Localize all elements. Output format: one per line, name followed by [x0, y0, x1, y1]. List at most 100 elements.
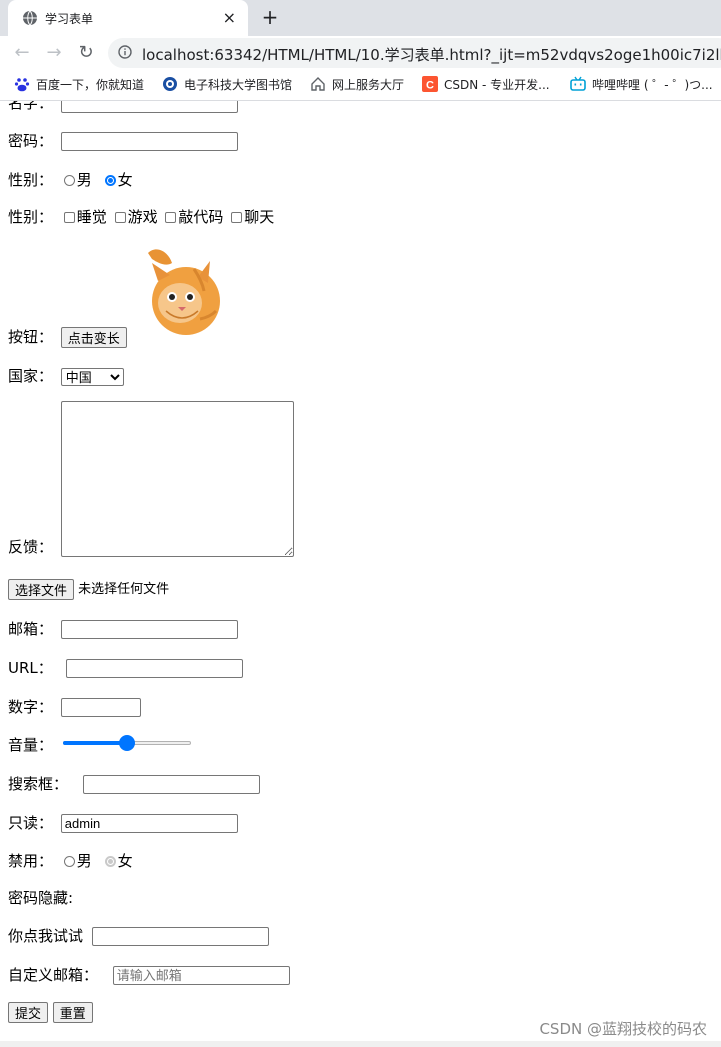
- file-status: 未选择任何文件: [78, 582, 170, 597]
- email-input[interactable]: [60, 620, 238, 639]
- url-label: URL：: [8, 659, 53, 677]
- choose-file-button[interactable]: 选择文件: [8, 579, 75, 600]
- info-icon[interactable]: [118, 45, 132, 59]
- home-icon: [311, 77, 325, 91]
- bookmarks-bar: 百度一下，你就知道 电子科技大学图书馆 网上服务大厅 C CSDN - 专业开发…: [0, 70, 721, 101]
- baidu-icon: [14, 78, 30, 92]
- url-row: URL：: [8, 657, 243, 678]
- custom-email-row: 自定义邮箱：: [8, 964, 290, 985]
- username-input[interactable]: [60, 101, 238, 113]
- grow-button[interactable]: 点击变长: [60, 327, 127, 348]
- disabled-female-label: 女: [117, 852, 133, 870]
- password-label: 密码：: [8, 132, 54, 150]
- readonly-row: 只读：: [8, 812, 238, 833]
- hobby-game-label: 游戏: [127, 208, 158, 226]
- hobby-label: 性别：: [8, 208, 54, 226]
- forward-arrow-icon[interactable]: →: [42, 42, 66, 64]
- csdn-icon: C: [422, 76, 438, 92]
- clickme-row: 你点我试试: [8, 925, 269, 946]
- custom-email-label: 自定义邮箱：: [8, 966, 99, 984]
- password-row: 密码：: [8, 130, 238, 151]
- readonly-label: 只读：: [8, 814, 54, 832]
- gender-female-radio[interactable]: [104, 175, 116, 186]
- disabled-male-radio[interactable]: [63, 856, 75, 867]
- hobby-code-checkbox[interactable]: [165, 212, 177, 223]
- watermark: CSDN @蓝翔技校的码农: [539, 1020, 707, 1038]
- horizontal-scrollbar[interactable]: [0, 1041, 721, 1047]
- email-row: 邮箱：: [8, 618, 238, 639]
- hobby-chat-label: 聊天: [244, 208, 275, 226]
- number-label: 数字：: [8, 698, 54, 716]
- bookmark-csdn[interactable]: C CSDN - 专业开发...: [422, 75, 550, 95]
- slider-thumb[interactable]: [119, 735, 135, 751]
- slider-fill: [63, 741, 127, 745]
- url-text: localhost:63342/HTML/HTML/10.学习表单.html?_…: [142, 46, 721, 64]
- svg-text:C: C: [426, 80, 434, 92]
- hidden-password-label: 密码隐藏:: [8, 889, 74, 907]
- bookmark-label: 网上服务大厅: [332, 78, 405, 92]
- disabled-female-radio: [104, 856, 116, 867]
- gender-female-label: 女: [117, 171, 133, 189]
- disabled-male-label: 男: [76, 852, 92, 870]
- gender-male-label: 男: [76, 171, 92, 189]
- close-icon[interactable]: ×: [223, 8, 236, 28]
- reload-icon[interactable]: ↻: [74, 42, 98, 64]
- tab-strip: 学习表单 × +: [0, 0, 721, 36]
- readonly-input[interactable]: [60, 814, 238, 833]
- new-tab-button[interactable]: +: [258, 6, 282, 30]
- button-row: 按钮： 点击变长: [8, 326, 127, 348]
- bookmark-label: 哔哩哔哩 ( ゜- ゜)つ...: [592, 78, 713, 92]
- country-label: 国家：: [8, 367, 54, 385]
- reset-button[interactable]: 重置: [52, 1002, 93, 1023]
- globe-icon: [23, 10, 37, 26]
- hobby-sleep-checkbox[interactable]: [63, 212, 75, 223]
- search-input[interactable]: [82, 775, 260, 794]
- gender-row: 性别： 男 女: [8, 169, 133, 190]
- feedback-textarea[interactable]: [60, 401, 294, 557]
- search-row: 搜索框：: [8, 773, 260, 794]
- cat-image[interactable]: [138, 241, 230, 341]
- gender-male-radio[interactable]: [63, 175, 75, 186]
- number-input[interactable]: [60, 698, 141, 717]
- search-label: 搜索框：: [8, 775, 69, 793]
- hobby-game-checkbox[interactable]: [114, 212, 126, 223]
- hobby-chat-checkbox[interactable]: [231, 212, 243, 223]
- volume-row: 音量：: [8, 734, 53, 755]
- password-input[interactable]: [60, 132, 238, 151]
- bookmark-library[interactable]: 电子科技大学图书馆: [162, 75, 292, 95]
- address-bar[interactable]: localhost:63342/HTML/HTML/10.学习表单.html?_…: [108, 38, 721, 68]
- username-row: 名字：: [8, 101, 238, 113]
- volume-slider[interactable]: [63, 735, 191, 751]
- bookmark-label: 百度一下，你就知道: [36, 78, 145, 92]
- url-input[interactable]: [65, 659, 243, 678]
- hobby-sleep-label: 睡觉: [76, 208, 107, 226]
- custom-email-input[interactable]: [112, 966, 290, 985]
- hobby-row: 性别： 睡觉 游戏 敲代码 聊天: [8, 206, 274, 227]
- bookmark-service-hall[interactable]: 网上服务大厅: [310, 75, 404, 95]
- disabled-row: 禁用： 男 女: [8, 850, 133, 871]
- country-select[interactable]: 中国: [60, 367, 124, 386]
- bilibili-icon: [570, 76, 586, 91]
- disabled-label: 禁用：: [8, 852, 54, 870]
- bookmark-label: CSDN - 专业开发...: [444, 78, 550, 92]
- tab-active[interactable]: 学习表单 ×: [8, 0, 248, 36]
- page-content: 名字： 密码： 性别： 男 女 性别： 睡觉 游戏 敲代码 聊天 按钮： 点击变…: [0, 101, 721, 1041]
- country-row: 国家： 中国: [8, 365, 124, 386]
- file-row: 选择文件 未选择任何文件: [8, 578, 169, 600]
- library-icon: [163, 77, 177, 91]
- number-row: 数字：: [8, 696, 141, 717]
- hidden-row: 密码隐藏:: [8, 887, 73, 908]
- tab-title: 学习表单: [45, 12, 94, 26]
- bookmark-label: 电子科技大学图书馆: [184, 78, 293, 92]
- username-label: 名字：: [8, 101, 54, 112]
- feedback-label: 反馈：: [8, 538, 54, 556]
- browser-toolbar: ← → ↻ localhost:63342/HTML/HTML/10.学习表单.…: [0, 36, 721, 70]
- bookmark-bilibili[interactable]: 哔哩哔哩 ( ゜- ゜)つ...: [570, 75, 713, 95]
- gender-label: 性别：: [8, 171, 54, 189]
- submit-button[interactable]: 提交: [8, 1002, 49, 1023]
- back-arrow-icon[interactable]: ←: [10, 42, 34, 64]
- clickme-label[interactable]: 你点我试试: [8, 925, 83, 946]
- actions-row: 提交 重置: [8, 1002, 93, 1023]
- clickme-input[interactable]: [91, 927, 269, 946]
- bookmark-baidu[interactable]: 百度一下，你就知道: [14, 75, 144, 95]
